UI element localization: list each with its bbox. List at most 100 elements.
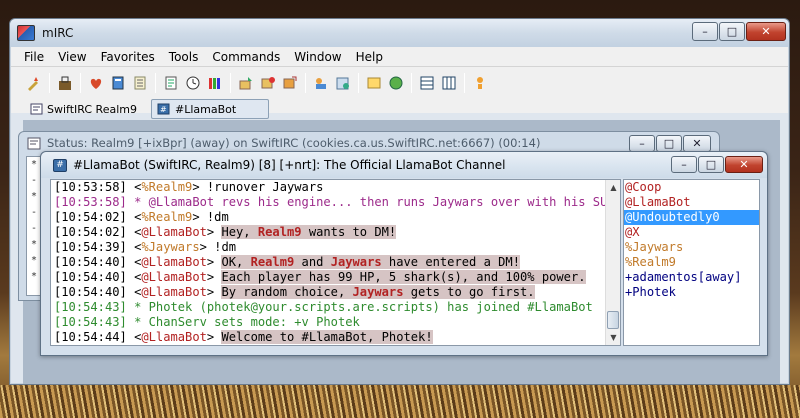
switchbar-server-button[interactable]: SwiftIRC Realm9 bbox=[23, 99, 143, 119]
dcc-send-icon[interactable] bbox=[235, 72, 257, 94]
channel-window-icon: # bbox=[53, 159, 67, 172]
chat-segment: %Realm9 bbox=[141, 210, 193, 224]
nick-list-item[interactable]: %Jaywars bbox=[624, 240, 759, 255]
chat-segment: %Realm9 bbox=[141, 180, 193, 194]
channel-minimize-button[interactable]: – bbox=[671, 156, 697, 173]
chat-segment: > bbox=[206, 270, 222, 284]
chat-segment: OK, bbox=[221, 255, 251, 269]
minimize-button[interactable]: – bbox=[692, 22, 718, 41]
menu-file[interactable]: File bbox=[24, 50, 44, 64]
chat-segment: [10:54:43] * Photek (photek@your.scripts… bbox=[54, 300, 593, 314]
status-maximize-button[interactable]: □ bbox=[656, 135, 682, 152]
options-icon[interactable] bbox=[54, 72, 76, 94]
dcc-get-icon[interactable] bbox=[279, 72, 301, 94]
connect-icon[interactable] bbox=[23, 72, 45, 94]
chat-segment: %Jaywars bbox=[141, 240, 200, 254]
chat-segment: @LlamaBot bbox=[141, 285, 207, 299]
toolbar-separator bbox=[411, 73, 412, 93]
nick-list-item[interactable]: @X bbox=[624, 225, 759, 240]
chat-message: [10:54:44] <@LlamaBot> Welcome to #Llama… bbox=[54, 330, 606, 345]
url-list-icon[interactable] bbox=[332, 72, 354, 94]
favorites-icon[interactable] bbox=[85, 72, 107, 94]
nick-list-item[interactable]: %Realm9 bbox=[624, 255, 759, 270]
chat-message: [10:54:02] <%Realm9> !dm bbox=[54, 210, 606, 225]
status-window-title: Status: Realm9 [+ixBpr] (away) on SwiftI… bbox=[47, 136, 541, 150]
channel-window[interactable]: # #LlamaBot (SwiftIRC, Realm9) [8] [+nrt… bbox=[40, 151, 768, 356]
nick-list[interactable]: @Coop @LlamaBot @Undoubtedly0 @X %Jaywars %Re… bbox=[623, 179, 760, 346]
toolbar-separator bbox=[80, 73, 81, 93]
close-button[interactable]: ✕ bbox=[746, 22, 786, 41]
globe-icon[interactable] bbox=[385, 72, 407, 94]
notify-icon[interactable] bbox=[310, 72, 332, 94]
channel-close-button[interactable]: ✕ bbox=[725, 156, 763, 173]
list-channels-icon[interactable] bbox=[129, 72, 151, 94]
menu-help[interactable]: Help bbox=[356, 50, 383, 64]
chat-message: [10:53:58] * @LlamaBot revs his engine..… bbox=[54, 195, 620, 210]
address-book-icon[interactable] bbox=[107, 72, 129, 94]
chat-log[interactable]: [10:53:58] <%Realm9> !runover Jaywars [10… bbox=[50, 179, 621, 346]
chat-message: [10:53:58] <%Realm9> !runover Jaywars bbox=[54, 180, 606, 195]
chat-message: [10:54:43] * Photek (photek@your.scripts… bbox=[54, 300, 606, 315]
help-icon[interactable] bbox=[469, 72, 491, 94]
chat-segment: > bbox=[206, 285, 222, 299]
chat-segment: Hey, bbox=[221, 225, 258, 239]
chat-scrollbar[interactable]: ▲ ▼ bbox=[605, 180, 620, 345]
maximize-button[interactable]: □ bbox=[719, 22, 745, 41]
chat-segment: By random choice, bbox=[221, 285, 353, 299]
menu-window[interactable]: Window bbox=[294, 50, 341, 64]
nick-list-item[interactable]: @Coop bbox=[624, 180, 759, 195]
chat-message: [10:54:02] <@LlamaBot> Hey, Realm9 wants… bbox=[54, 225, 606, 240]
chat-segment: Jaywars bbox=[330, 255, 382, 269]
chat-segment: [10:54:40] < bbox=[54, 270, 142, 284]
chat-segment: Realm9 bbox=[250, 255, 295, 269]
chat-segment: have entered a DM! bbox=[381, 255, 520, 269]
status-close-button[interactable]: ✕ bbox=[683, 135, 711, 152]
chat-segment: [10:54:40] < bbox=[54, 255, 142, 269]
toolbar-separator bbox=[464, 73, 465, 93]
chat-segment: [10:54:02] < bbox=[54, 225, 142, 239]
chat-segment: and bbox=[294, 255, 331, 269]
chat-segment: > bbox=[206, 225, 222, 239]
chat-segment: [10:54:43] * ChanServ sets mode: +v Phot… bbox=[54, 315, 360, 329]
menu-view[interactable]: View bbox=[58, 50, 86, 64]
svg-text:#: # bbox=[160, 105, 167, 114]
channel-window-title: #LlamaBot (SwiftIRC, Realm9) [8] [+nrt]:… bbox=[73, 158, 506, 172]
channel-maximize-button[interactable]: □ bbox=[698, 156, 724, 173]
chat-segment: gets to go first. bbox=[403, 285, 535, 299]
mirc-app-icon bbox=[17, 25, 35, 41]
scroll-up-arrow-icon[interactable]: ▲ bbox=[606, 180, 620, 195]
cascade-icon[interactable] bbox=[438, 72, 460, 94]
tile-icon[interactable] bbox=[416, 72, 438, 94]
chat-message: [10:54:40] <@LlamaBot> By random choice,… bbox=[54, 285, 606, 300]
log-icon[interactable] bbox=[160, 72, 182, 94]
chat-segment: @LlamaBot bbox=[141, 330, 207, 344]
nick-list-item[interactable]: @LlamaBot bbox=[624, 195, 759, 210]
main-titlebar[interactable]: mIRC – □ ✕ bbox=[10, 19, 789, 47]
toolbar-separator bbox=[49, 73, 50, 93]
scripts-icon[interactable] bbox=[204, 72, 226, 94]
chat-segment: [10:53:58] < bbox=[54, 180, 142, 194]
chat-segment: @LlamaBot bbox=[141, 255, 207, 269]
status-window-icon bbox=[27, 137, 41, 150]
toolbar-separator bbox=[155, 73, 156, 93]
chat-segment: > !dm bbox=[199, 240, 237, 254]
menu-commands[interactable]: Commands bbox=[212, 50, 280, 64]
channel-titlebar[interactable]: # #LlamaBot (SwiftIRC, Realm9) [8] [+nrt… bbox=[41, 152, 767, 178]
status-minimize-button[interactable]: – bbox=[629, 135, 655, 152]
scroll-thumb[interactable] bbox=[607, 311, 619, 329]
nick-list-item[interactable]: +adamentos[away] bbox=[624, 270, 759, 285]
nick-list-item[interactable]: +Photek bbox=[624, 285, 759, 300]
toolbar-separator bbox=[230, 73, 231, 93]
switchbar-channel-button[interactable]: # #LlamaBot bbox=[150, 99, 269, 119]
dcc-chat-icon[interactable] bbox=[257, 72, 279, 94]
menu-tools[interactable]: Tools bbox=[169, 50, 199, 64]
chat-message: [10:54:39] <%Jaywars> !dm bbox=[54, 240, 606, 255]
chat-segment: > !runover Jaywars bbox=[192, 180, 324, 194]
timer-icon[interactable] bbox=[182, 72, 204, 94]
chat-lines: [10:53:58] <%Realm9> !runover Jaywars [10… bbox=[54, 180, 620, 345]
chat-segment: [10:53:58] * @LlamaBot revs his engine..… bbox=[54, 195, 621, 209]
received-files-icon[interactable] bbox=[363, 72, 385, 94]
nick-list-item[interactable]: @Undoubtedly0 bbox=[624, 210, 759, 225]
scroll-down-arrow-icon[interactable]: ▼ bbox=[606, 330, 620, 345]
menu-favorites[interactable]: Favorites bbox=[101, 50, 155, 64]
